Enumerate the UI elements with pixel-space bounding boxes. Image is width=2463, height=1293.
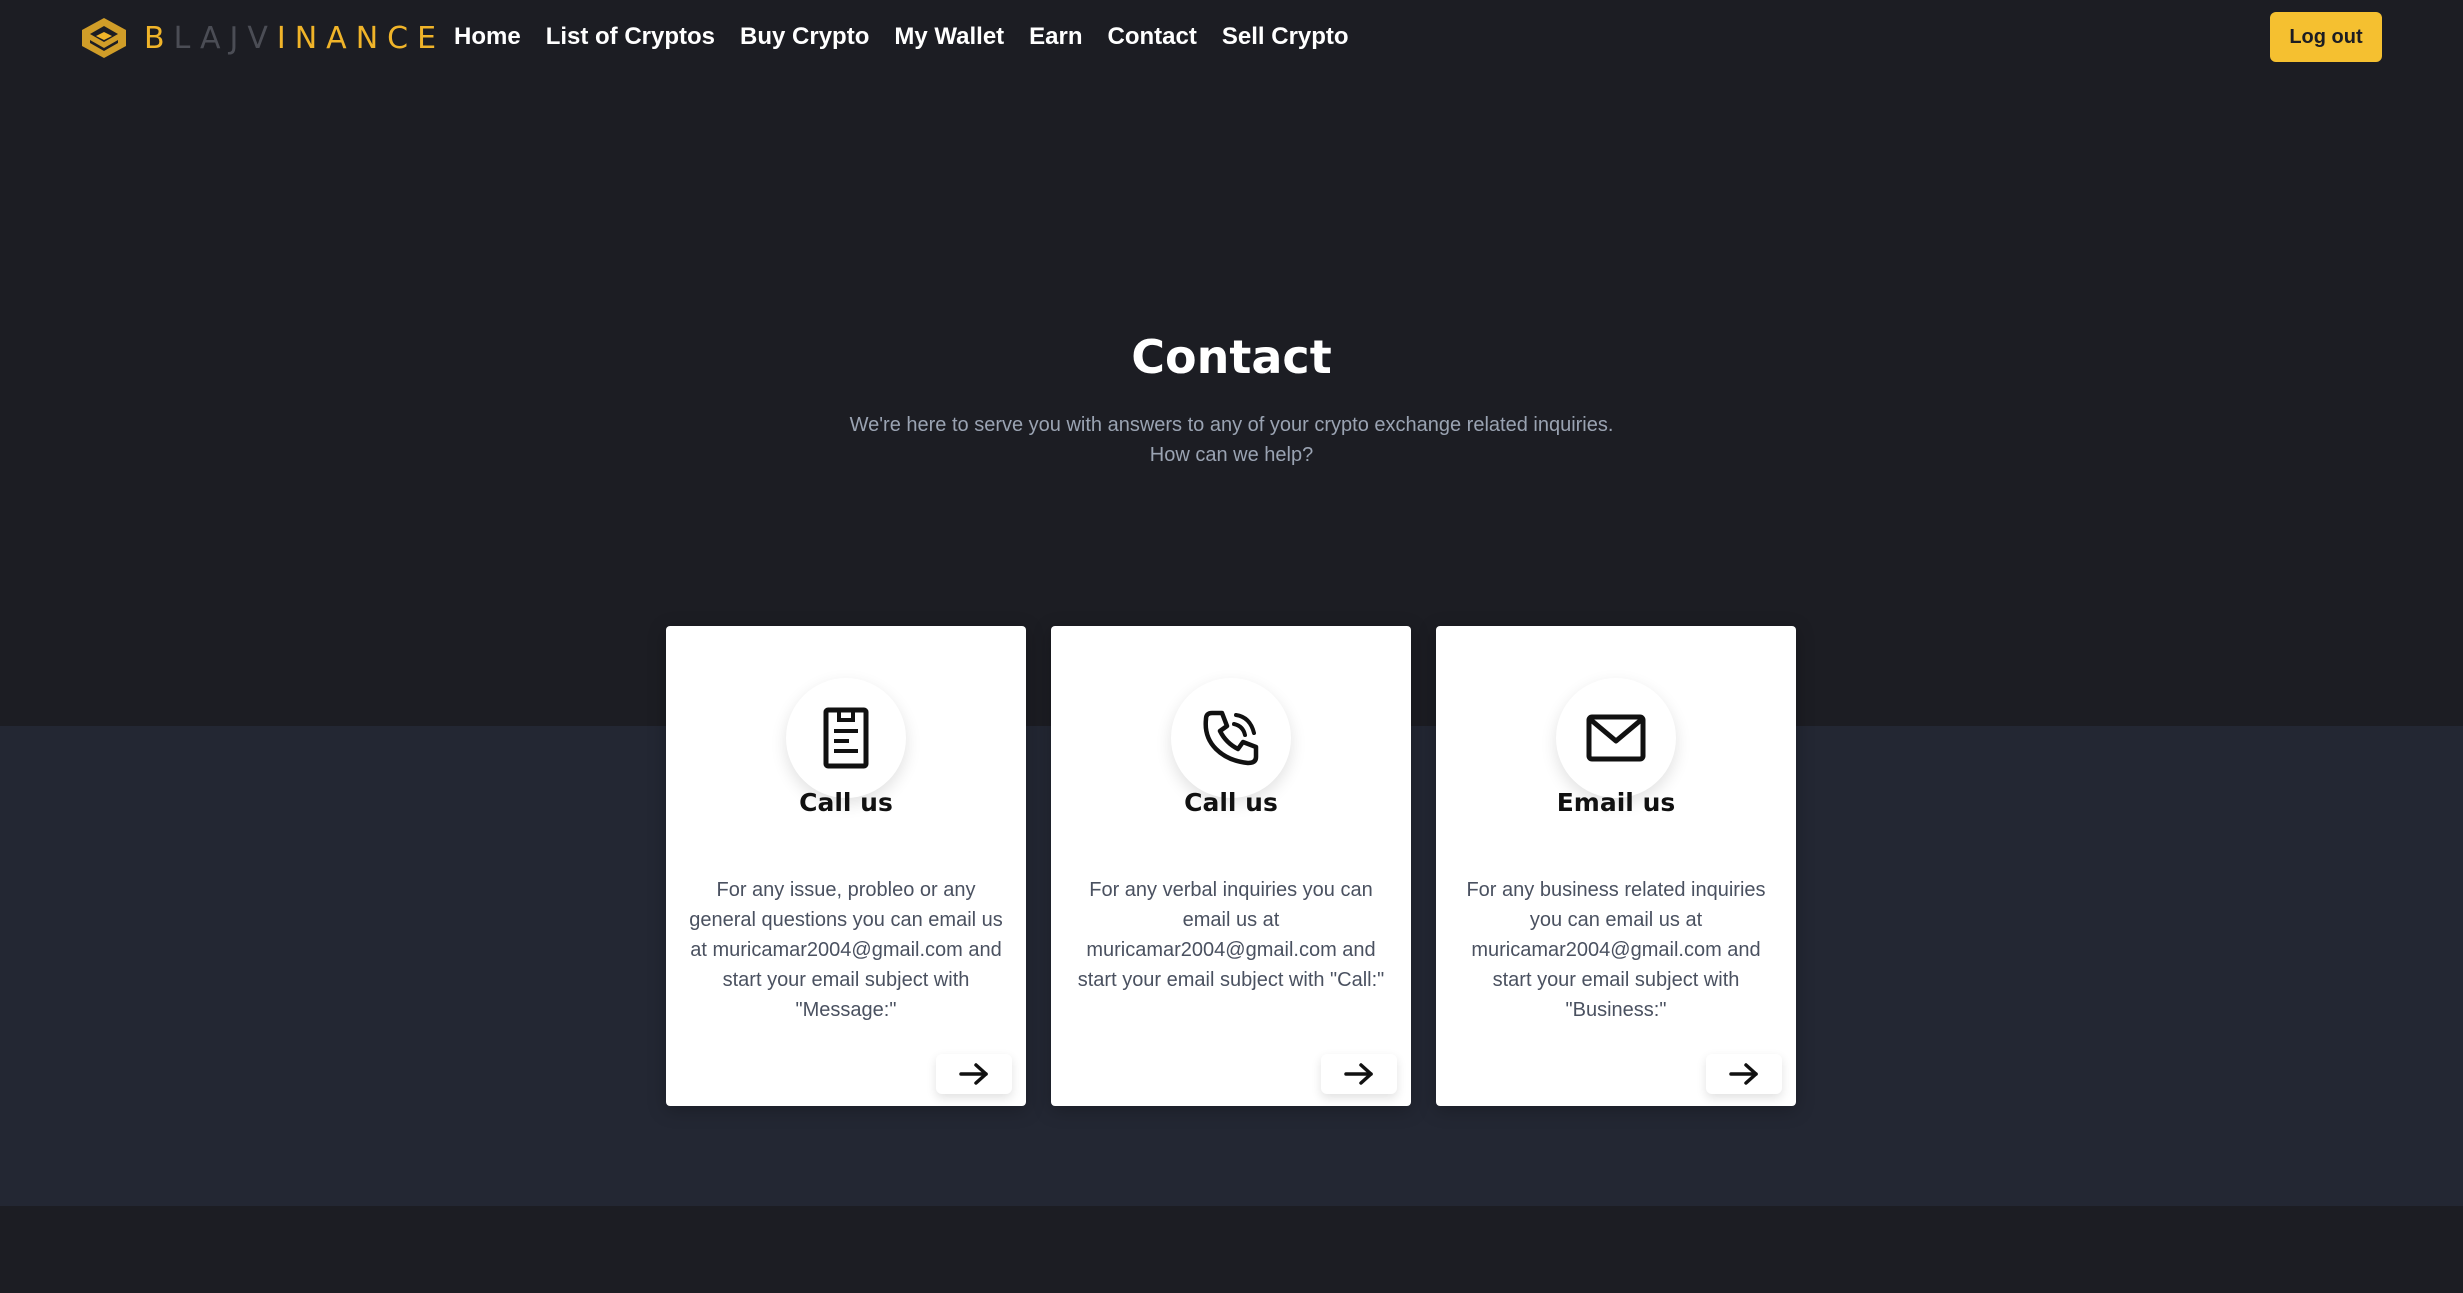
card-arrow-button[interactable] [1321, 1054, 1397, 1094]
card-description: For any issue, probleo or any general qu… [689, 879, 1003, 1021]
nav-link-contact[interactable]: Contact [1108, 20, 1197, 54]
nav-link-list-of-cryptos[interactable]: List of Cryptos [546, 20, 715, 54]
contact-card-call: Call us For any verbal inquiries you can… [1051, 626, 1411, 1106]
nav-link-my-wallet[interactable]: My Wallet [894, 20, 1004, 54]
logout-button[interactable]: Log out [2270, 12, 2382, 62]
arrow-right-icon [1344, 1063, 1373, 1085]
nav-link-sell-crypto[interactable]: Sell Crypto [1222, 20, 1349, 54]
arrow-right-icon [1729, 1063, 1758, 1085]
document-icon [823, 707, 869, 769]
nav-link-home[interactable]: Home [454, 20, 521, 54]
phone-icon [1203, 710, 1259, 766]
logo-icon [82, 18, 126, 58]
card-icon-circle [786, 678, 906, 798]
brand-logo[interactable]: BLAJVINANCE [80, 16, 445, 60]
nav-link-earn[interactable]: Earn [1029, 20, 1082, 54]
arrow-right-icon [959, 1063, 988, 1085]
top-navbar: BLAJVINANCE Home List of Cryptos Buy Cry… [0, 0, 2463, 75]
subtitle-line: We're here to serve you with answers to … [849, 414, 1614, 436]
card-arrow-button[interactable] [936, 1054, 1012, 1094]
card-description: For any verbal inquiries you can email u… [1077, 879, 1385, 991]
nav-link-buy-crypto[interactable]: Buy Crypto [740, 20, 869, 54]
contact-card-email: Email us For any business related inquir… [1436, 626, 1796, 1106]
card-title: Call us [1184, 788, 1278, 817]
card-arrow-button[interactable] [1706, 1054, 1782, 1094]
brand-name-part: B [144, 20, 174, 56]
card-icon-circle [1556, 678, 1676, 798]
mail-icon [1586, 714, 1646, 762]
page-subtitle: We're here to serve you with answers to … [0, 410, 2463, 470]
page-title: Contact [1131, 330, 1332, 384]
contact-card-message: Call us For any issue, probleo or any ge… [666, 626, 1026, 1106]
subtitle-line: How can we help? [1149, 444, 1314, 466]
brand-name-part: INANCE [276, 20, 446, 56]
card-title: Call us [799, 788, 893, 817]
card-title: Email us [1556, 788, 1676, 817]
card-icon-circle [1171, 678, 1291, 798]
brand-name-part: LAJV [173, 20, 277, 56]
card-description: For any business related inquiries you c… [1466, 879, 1766, 1021]
main-menu: Home List of Cryptos Buy Crypto My Walle… [454, 20, 1374, 54]
brand-name: BLAJVINANCE [144, 21, 445, 56]
